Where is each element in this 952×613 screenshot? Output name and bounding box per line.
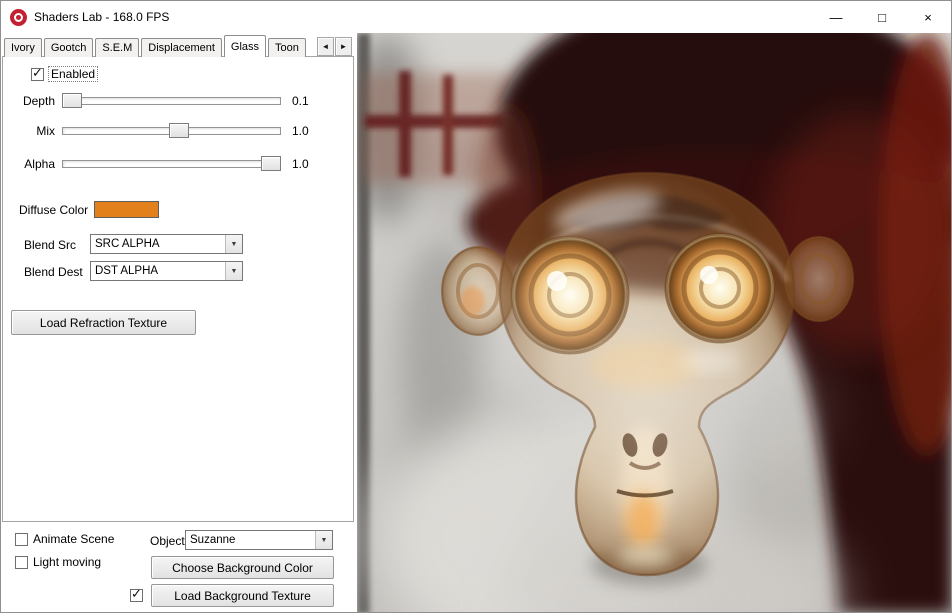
minimize-button[interactable]: — — [813, 1, 859, 33]
dropdown-arrow-icon: ▼ — [225, 235, 242, 253]
mix-value: 1.0 — [292, 124, 309, 138]
app-window: Shaders Lab - 168.0 FPS — □ × Ivory Goot… — [0, 0, 952, 613]
diffuse-color-swatch[interactable] — [94, 201, 159, 218]
alpha-slider-thumb[interactable] — [261, 156, 281, 171]
load-refraction-texture-button[interactable]: Load Refraction Texture — [11, 310, 196, 335]
alpha-label: Alpha — [11, 157, 55, 171]
blend-src-dropdown[interactable]: SRC ALPHA ▼ — [90, 234, 243, 254]
tab-glass[interactable]: Glass — [224, 35, 266, 57]
tab-displacement[interactable]: Displacement — [141, 38, 222, 57]
enabled-checkbox[interactable]: ✓ — [31, 68, 44, 81]
shader-tabs: Ivory Gootch S.E.M Displacement Glass To… — [4, 35, 308, 57]
maximize-icon: □ — [878, 10, 886, 25]
light-moving-label[interactable]: Light moving — [33, 555, 101, 569]
viewport-render — [357, 33, 952, 613]
arrow-right-icon: ► — [340, 42, 348, 51]
close-icon: × — [924, 10, 932, 25]
tab-label: Ivory — [11, 42, 35, 54]
tab-label: Glass — [231, 41, 259, 53]
object-dropdown[interactable]: Suzanne ▼ — [185, 530, 333, 550]
tab-sem[interactable]: S.E.M — [95, 38, 139, 57]
maximize-button[interactable]: □ — [859, 1, 905, 33]
load-background-texture-button[interactable]: Load Background Texture — [151, 584, 334, 607]
animate-scene-checkbox[interactable] — [15, 533, 28, 546]
close-button[interactable]: × — [905, 1, 951, 33]
blend-src-label: Blend Src — [24, 238, 76, 252]
check-icon: ✓ — [32, 66, 43, 79]
tab-scroll-left-button[interactable]: ◄ — [317, 37, 334, 56]
diffuse-color-label: Diffuse Color — [19, 203, 88, 217]
app-icon — [10, 9, 27, 26]
object-value: Suzanne — [186, 531, 315, 549]
window-title: Shaders Lab - 168.0 FPS — [34, 10, 169, 24]
load-background-texture-checkbox[interactable]: ✓ — [130, 589, 143, 602]
check-icon: ✓ — [131, 587, 142, 600]
depth-label: Depth — [11, 94, 55, 108]
alpha-value: 1.0 — [292, 157, 309, 171]
tab-label: Displacement — [148, 42, 215, 54]
object-label: Object — [150, 534, 185, 548]
app-logo-icon — [14, 13, 23, 22]
dropdown-arrow-icon: ▼ — [315, 531, 332, 549]
depth-slider-track[interactable] — [62, 97, 281, 105]
titlebar: Shaders Lab - 168.0 FPS — □ × — [1, 1, 951, 33]
light-moving-checkbox[interactable] — [15, 556, 28, 569]
blend-dest-label: Blend Dest — [24, 265, 83, 279]
dropdown-arrow-icon: ▼ — [225, 262, 242, 280]
animate-scene-label[interactable]: Animate Scene — [33, 532, 114, 546]
blend-dest-value: DST ALPHA — [91, 262, 225, 280]
tab-gootch[interactable]: Gootch — [44, 38, 93, 57]
depth-value: 0.1 — [292, 94, 309, 108]
enabled-checkbox-row: ✓ Enabled — [31, 67, 97, 81]
choose-background-color-button[interactable]: Choose Background Color — [151, 556, 334, 579]
tab-scroll-right-button[interactable]: ► — [335, 37, 352, 56]
tab-label: Gootch — [51, 42, 86, 54]
light-moving-row: Light moving — [15, 555, 101, 569]
tab-label: S.E.M — [102, 42, 132, 54]
minimize-icon: — — [830, 10, 843, 25]
animate-scene-row: Animate Scene — [15, 532, 114, 546]
arrow-left-icon: ◄ — [322, 42, 330, 51]
blend-src-value: SRC ALPHA — [91, 235, 225, 253]
alpha-slider-track[interactable] — [62, 160, 281, 168]
window-controls: — □ × — [813, 1, 951, 33]
tab-toon[interactable]: Toon — [268, 38, 306, 57]
mix-label: Mix — [11, 124, 55, 138]
glass-tab-panel: ✓ Enabled Depth 0.1 Mix 1.0 Alpha 1.0 Di… — [2, 56, 354, 522]
shader-control-panel: Ivory Gootch S.E.M Displacement Glass To… — [1, 33, 357, 613]
tab-ivory[interactable]: Ivory — [4, 38, 42, 57]
render-viewport[interactable] — [357, 33, 952, 613]
mix-slider-thumb[interactable] — [169, 123, 189, 138]
depth-slider-thumb[interactable] — [62, 93, 82, 108]
enabled-label[interactable]: Enabled — [49, 67, 97, 81]
tab-label: Toon — [275, 42, 299, 54]
blend-dest-dropdown[interactable]: DST ALPHA ▼ — [90, 261, 243, 281]
tab-scroll-buttons: ◄ ► — [317, 37, 353, 56]
